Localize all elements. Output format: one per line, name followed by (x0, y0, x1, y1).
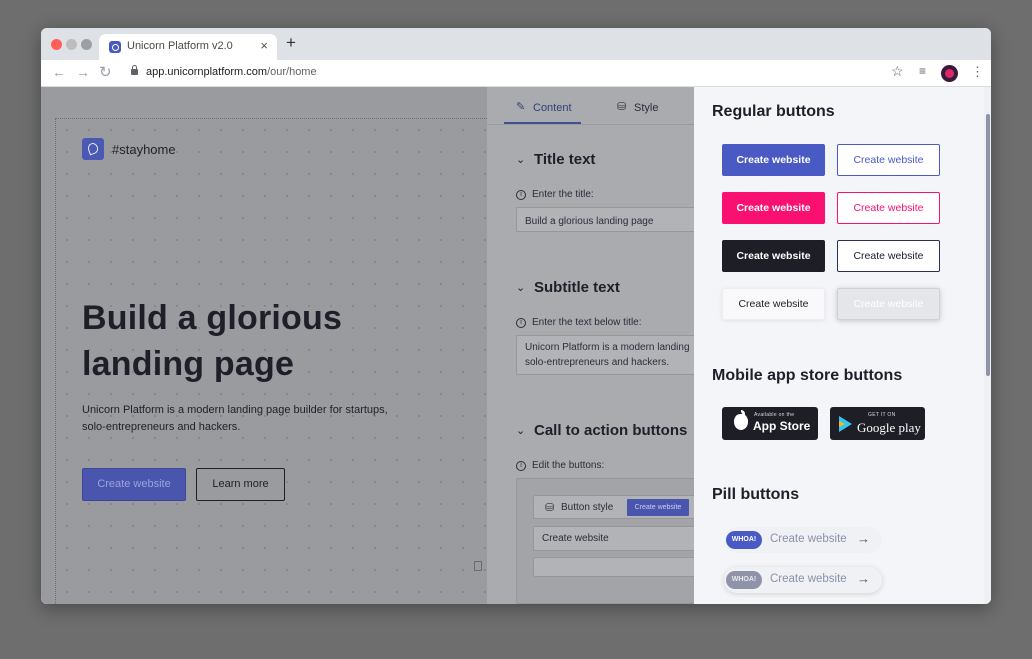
button-style-label: Button style (561, 502, 614, 513)
tab-content-label: Content (533, 102, 572, 114)
regular-button-dark-filled[interactable]: Create website (722, 240, 825, 272)
subtitle-textarea[interactable]: Unicorn Platform is a modern landing sol… (516, 335, 694, 375)
google-play-label: Google play (857, 420, 921, 435)
new-tab-button[interactable]: + (286, 33, 296, 53)
button-style-row[interactable]: ⛁ Button style Create website (533, 495, 694, 519)
google-play-icon (839, 416, 852, 432)
chevron-down-icon[interactable]: ⌄ (516, 424, 525, 437)
maximize-window-button[interactable] (81, 39, 92, 50)
address-bar: ← → ↻ app.unicornplatform.com/our/home ☆… (41, 60, 991, 87)
pill-label: Create website (770, 573, 847, 585)
lock-icon[interactable] (131, 65, 138, 75)
pill-buttons-heading: Pill buttons (712, 486, 800, 503)
title-section-heading[interactable]: Title text (534, 151, 595, 168)
subtitle-line-1: Unicorn Platform is a modern landing (525, 342, 690, 353)
subtitle-section-heading[interactable]: Subtitle text (534, 279, 620, 296)
regular-button-blue-filled[interactable]: Create website (722, 144, 825, 176)
hero-description: Unicorn Platform is a modern landing pag… (82, 404, 388, 433)
app-store-small-text: Available on the (754, 412, 795, 418)
app-store-button[interactable]: Available on the App Store (722, 407, 818, 440)
regular-button-blue-outline[interactable]: Create website (837, 144, 940, 176)
pill-button[interactable]: WHOA! Create website → (724, 527, 882, 553)
cta-field-label: Edit the buttons: (532, 460, 605, 471)
bookmark-star-icon[interactable]: ☆ (891, 63, 904, 80)
paint-bucket-icon: ⛁ (545, 502, 555, 514)
regular-button-ghost[interactable]: Create website (837, 288, 940, 320)
browser-tab[interactable]: Unicorn Platform v2.0 × (99, 34, 277, 60)
media-queue-icon[interactable]: ≡ (919, 64, 926, 78)
title-input[interactable]: Build a glorious landing page (516, 207, 694, 232)
info-icon: i (516, 461, 526, 471)
pencil-icon: ✎ (516, 101, 526, 113)
arrow-right-icon: → (857, 531, 870, 546)
regular-button-dark-outline[interactable]: Create website (837, 240, 940, 272)
forward-arrow-icon[interactable]: → (76, 64, 90, 80)
url-field[interactable]: app.unicornplatform.com/our/home (146, 66, 317, 78)
google-play-small-text: GET IT ON (868, 412, 896, 418)
regular-button-pink-filled[interactable]: Create website (722, 192, 825, 224)
arrow-right-icon: → (857, 571, 870, 586)
create-website-button[interactable]: Create website (82, 468, 186, 501)
tab-style[interactable]: ⛁ Style (609, 87, 679, 124)
unicorn-logo-icon (82, 138, 104, 160)
learn-more-button[interactable]: Learn more (196, 468, 285, 501)
chevron-down-icon[interactable]: ⌄ (516, 153, 525, 166)
unicorn-favicon-icon (109, 41, 121, 53)
landing-preview: #stayhome Build a glorious landing page … (41, 87, 487, 604)
app-store-label: App Store (753, 419, 811, 433)
logo-text: #stayhome (112, 142, 176, 157)
regular-buttons-heading: Regular buttons (712, 103, 835, 120)
divider (487, 124, 694, 125)
button-text-input[interactable]: Create website (533, 526, 694, 551)
pill-badge: WHOA! (726, 531, 762, 549)
button-style-preview[interactable]: Create website (627, 499, 689, 516)
url-host: app.unicornplatform.com (146, 66, 268, 78)
hero-title: Build a glorious landing page (82, 299, 343, 383)
tab-bar: Unicorn Platform v2.0 × + (41, 28, 991, 60)
pill-button[interactable]: WHOA! Create website → (724, 567, 882, 593)
close-window-button[interactable] (51, 39, 62, 50)
store-buttons-heading: Mobile app store buttons (712, 367, 903, 384)
panel-scrollbar-thumb[interactable] (986, 114, 990, 376)
regular-button-light[interactable]: Create website (722, 288, 825, 320)
url-path: /our/home (267, 66, 317, 78)
subtitle-line-2: solo-entrepreneurs and hackers. (525, 357, 669, 368)
title-field-label: Enter the title: (532, 189, 594, 200)
app-page: #stayhome Build a glorious landing page … (41, 87, 991, 604)
button-styles-panel: Regular buttons Create website Create we… (694, 87, 984, 604)
editor-sidebar: ✎ Content ⛁ Style ⌄ Title text i Enter t… (487, 87, 694, 604)
resize-handle-icon[interactable] (474, 561, 482, 571)
minimize-window-button[interactable] (66, 39, 77, 50)
regular-button-pink-outline[interactable]: Create website (837, 192, 940, 224)
subtitle-field-label: Enter the text below title: (532, 317, 642, 328)
tab-content[interactable]: ✎ Content (504, 87, 581, 124)
apple-icon (734, 410, 748, 430)
info-icon: i (516, 190, 526, 200)
pill-badge: WHOA! (726, 571, 762, 589)
cta-section-heading[interactable]: Call to action buttons (534, 422, 687, 439)
info-icon: i (516, 318, 526, 328)
browser-window: Unicorn Platform v2.0 × + ← → ↻ app.unic… (41, 28, 991, 604)
profile-avatar[interactable] (941, 65, 958, 82)
pill-label: Create website (770, 533, 847, 545)
button-link-input[interactable] (533, 557, 694, 577)
tab-style-label: Style (634, 102, 659, 114)
back-arrow-icon[interactable]: ← (52, 64, 66, 80)
tab-close-icon[interactable]: × (260, 38, 268, 53)
more-menu-icon[interactable]: ⋮ (971, 64, 984, 80)
tab-title: Unicorn Platform v2.0 (127, 40, 233, 52)
google-play-button[interactable]: GET IT ON Google play (830, 407, 925, 440)
reload-icon[interactable]: ↻ (99, 63, 112, 81)
paint-bucket-icon: ⛁ (617, 101, 627, 113)
chevron-down-icon[interactable]: ⌄ (516, 281, 525, 294)
